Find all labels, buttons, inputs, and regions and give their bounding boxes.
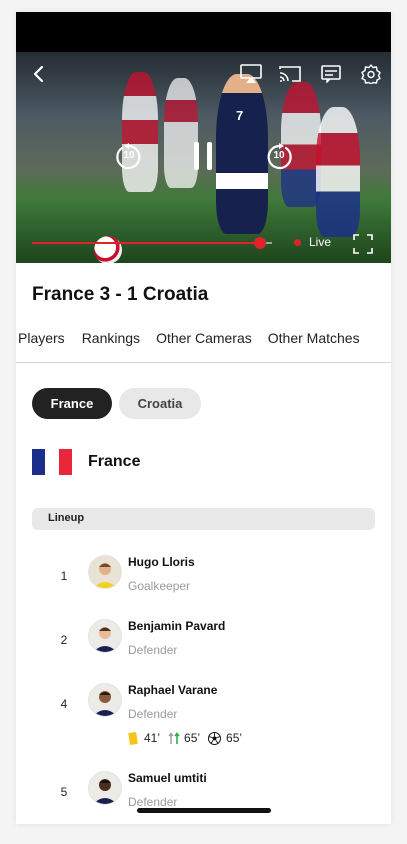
live-dot-icon bbox=[294, 238, 301, 246]
app-screen: 7 10 10 Live France 3 - 1 Croatia Player… bbox=[16, 12, 391, 824]
yellow-card-icon bbox=[128, 731, 138, 745]
player-number: 1 bbox=[60, 569, 68, 583]
player-row[interactable]: 4 Raphael Varane Defender 41’ 65’ 65’ bbox=[16, 683, 391, 755]
avatar bbox=[88, 619, 122, 653]
player-position: Defender bbox=[128, 643, 178, 657]
player-name: Benjamin Pavard bbox=[128, 619, 226, 633]
football-icon bbox=[208, 731, 222, 745]
settings-button[interactable] bbox=[359, 62, 383, 86]
cast-button[interactable] bbox=[278, 62, 302, 86]
home-indicator[interactable] bbox=[137, 808, 271, 813]
rewind-seconds: 10 bbox=[123, 150, 135, 161]
player-row[interactable]: 2 Benjamin Pavard Defender bbox=[16, 619, 391, 679]
background-player bbox=[316, 107, 360, 237]
progress-fill bbox=[32, 242, 260, 244]
live-indicator: Live bbox=[294, 235, 331, 249]
chevron-left-icon bbox=[33, 65, 44, 83]
gear-icon bbox=[361, 64, 381, 84]
main-player: 7 bbox=[216, 74, 268, 234]
progress-handle[interactable] bbox=[254, 237, 266, 249]
player-position: Defender bbox=[128, 795, 178, 809]
subtitles-icon bbox=[321, 65, 341, 83]
background-player bbox=[122, 72, 158, 192]
player-position: Goalkeeper bbox=[128, 579, 191, 593]
forward-seconds: 10 bbox=[273, 150, 285, 161]
tab-other-matches[interactable]: Other Matches bbox=[268, 326, 360, 362]
status-bar bbox=[16, 12, 391, 52]
pause-icon bbox=[194, 142, 212, 170]
team-name: France bbox=[88, 453, 141, 470]
tab-players[interactable]: Players bbox=[18, 326, 65, 362]
tab-other-cameras[interactable]: Other Cameras bbox=[156, 326, 252, 362]
fullscreen-icon bbox=[353, 234, 373, 254]
forward-button[interactable]: 10 bbox=[262, 140, 296, 174]
goal-minute: 65’ bbox=[226, 731, 243, 745]
player-number: 2 bbox=[60, 633, 68, 647]
fullscreen-button[interactable] bbox=[352, 233, 374, 255]
cast-icon bbox=[279, 66, 301, 82]
player-name: Hugo Lloris bbox=[128, 555, 195, 569]
france-flag-icon bbox=[32, 449, 72, 475]
tab-rankings[interactable]: Rankings bbox=[82, 326, 140, 362]
subtitles-button[interactable] bbox=[319, 62, 343, 86]
player-events: 41’ 65’ 65’ bbox=[128, 731, 250, 745]
team-toggle-france[interactable]: France bbox=[32, 388, 112, 419]
match-title: France 3 - 1 Croatia bbox=[32, 284, 209, 305]
player-row[interactable]: 5 Samuel umtiti Defender bbox=[16, 771, 391, 824]
video-player[interactable]: 7 10 10 Live bbox=[16, 52, 391, 263]
substitution-minute: 65’ bbox=[184, 731, 201, 745]
lineup-header: Lineup bbox=[32, 508, 375, 530]
player-name: Raphael Varane bbox=[128, 683, 218, 697]
team-toggle-croatia[interactable]: Croatia bbox=[119, 388, 201, 419]
avatar bbox=[88, 771, 122, 805]
player-number: 5 bbox=[60, 785, 68, 799]
rewind-button[interactable]: 10 bbox=[112, 140, 146, 174]
football bbox=[94, 236, 122, 263]
back-button[interactable] bbox=[26, 62, 50, 86]
yellow-card-event: 41’ bbox=[128, 731, 160, 745]
airplay-button[interactable] bbox=[239, 62, 263, 86]
live-label: Live bbox=[309, 235, 332, 249]
avatar bbox=[88, 683, 122, 717]
progress-bar[interactable] bbox=[32, 237, 272, 249]
player-row[interactable]: 1 Hugo Lloris Goalkeeper bbox=[16, 555, 391, 615]
pause-button[interactable] bbox=[188, 138, 218, 174]
jersey-number: 7 bbox=[236, 108, 244, 123]
avatar bbox=[88, 555, 122, 589]
lineup-label: Lineup bbox=[48, 512, 85, 524]
tab-bar: Players Rankings Other Cameras Other Mat… bbox=[16, 326, 391, 363]
player-number: 4 bbox=[60, 697, 68, 711]
substitution-icon bbox=[168, 731, 180, 744]
yellow-card-minute: 41’ bbox=[144, 731, 161, 745]
substitution-event: 65’ bbox=[168, 731, 200, 745]
airplay-icon bbox=[240, 64, 262, 83]
goal-event: 65’ bbox=[208, 731, 242, 745]
player-name: Samuel umtiti bbox=[128, 771, 207, 785]
player-position: Defender bbox=[128, 707, 178, 721]
